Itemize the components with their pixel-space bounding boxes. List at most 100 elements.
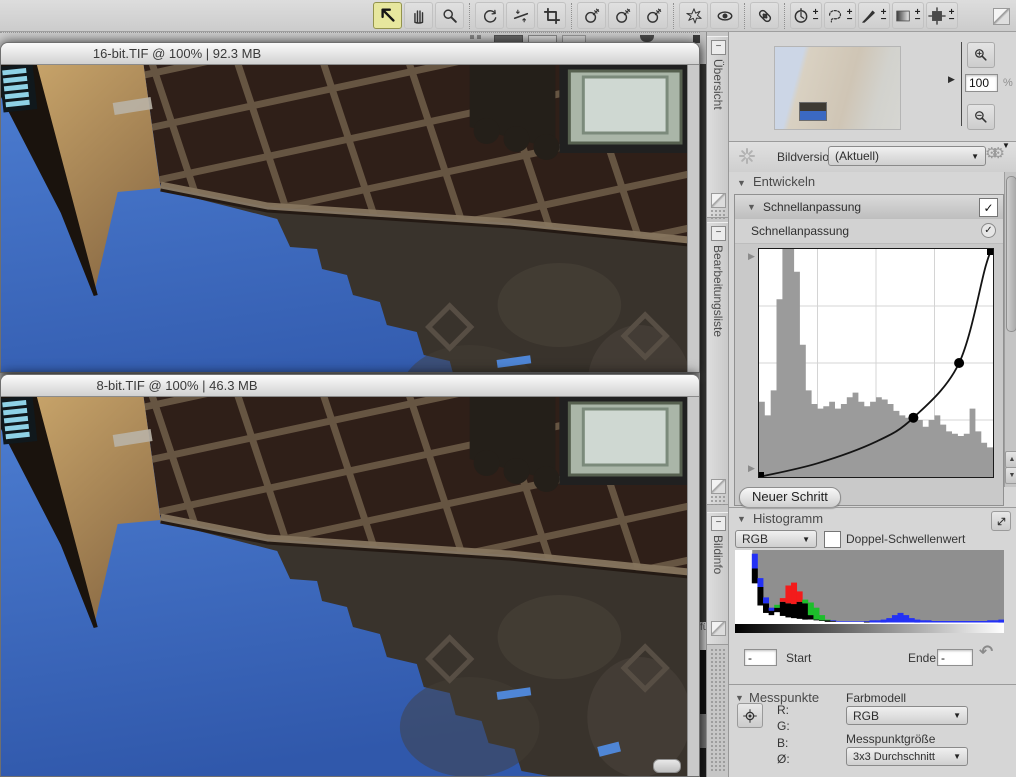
plus-minus-adjust[interactable]: +− xyxy=(845,9,854,23)
plus-minus-adjust[interactable]: +− xyxy=(913,9,922,23)
sidebar-tab-bearbeitungsliste[interactable]: − Bearbeitungsliste xyxy=(707,222,729,505)
crop-tool[interactable] xyxy=(537,2,566,29)
histogram-resize-button[interactable] xyxy=(991,511,1011,531)
select-tool[interactable] xyxy=(373,2,402,29)
checker-icon xyxy=(928,7,946,25)
lasso-icon xyxy=(826,7,844,25)
bandage-icon xyxy=(756,7,774,25)
histogram-channel-dropdown[interactable]: RGB ▼ xyxy=(735,530,817,548)
rotate-tool[interactable] xyxy=(475,2,504,29)
measure-row-avg: Ø: xyxy=(777,752,790,766)
panel-corner-icon[interactable] xyxy=(711,479,726,494)
drag-handle-long[interactable] xyxy=(710,648,726,773)
sample-point-button[interactable] xyxy=(737,703,763,728)
ende-input[interactable] xyxy=(937,649,973,666)
view-toggle-icon xyxy=(470,35,474,39)
region-tool[interactable]: +− xyxy=(824,2,856,29)
tool-collapse-icon[interactable]: ▼ xyxy=(747,202,756,212)
chevron-down-icon: ▼ xyxy=(953,711,961,720)
window-scrollstrip-16bit[interactable] xyxy=(687,65,699,372)
window-scrollstrip-8bit[interactable] xyxy=(687,397,699,776)
magnifier-icon xyxy=(441,7,459,25)
navigator-viewport-rect[interactable] xyxy=(799,102,827,121)
tab-label-uebersicht: Übersicht xyxy=(711,59,725,110)
drag-handle[interactable] xyxy=(710,495,726,505)
image-canvas-16bit[interactable] xyxy=(1,65,689,372)
horizontal-scroll-thumb[interactable] xyxy=(653,759,681,773)
section-collapse-icon[interactable]: ▼ xyxy=(737,178,746,188)
tool-title: Schnellanpassung xyxy=(763,200,861,214)
undo-icon[interactable]: ↶ xyxy=(979,642,993,662)
collapse-minus-icon[interactable]: − xyxy=(711,516,726,531)
scrollbar-thumb[interactable] xyxy=(1006,176,1016,332)
window-titlebar-16bit[interactable]: 16-bit.TIF @ 100% | 92.3 MB xyxy=(1,43,699,65)
window-titlebar-8bit[interactable]: 8-bit.TIF @ 100% | 46.3 MB xyxy=(1,375,699,397)
zone-marker-bottom-icon[interactable]: ▶ xyxy=(748,463,755,474)
zones-tool[interactable]: +− xyxy=(790,2,822,29)
brush-tool[interactable]: +− xyxy=(858,2,890,29)
heal-tool[interactable] xyxy=(750,2,779,29)
tone-curve-plot[interactable] xyxy=(759,249,993,477)
collapse-minus-icon[interactable]: − xyxy=(711,226,726,241)
gradient-tool[interactable]: +− xyxy=(892,2,924,29)
zone-marker-top-icon[interactable]: ▶ xyxy=(748,251,755,262)
plus-minus-adjust[interactable]: +− xyxy=(947,9,956,23)
zoom-percent-input[interactable] xyxy=(965,74,998,92)
messpunktgroesse-dropdown[interactable]: 3x3 Durchschnitt ▼ xyxy=(846,747,968,766)
right-panel: ▶ % Bildversion (Aktuell) ▼ ⚙⚙ ▼ ▼ Entwi… xyxy=(728,32,1016,777)
panel-tabstrip: − Übersicht − Bearbeitungsliste − Bildin… xyxy=(706,32,728,777)
sidebar-tab-bildinfo[interactable]: − Bildinfo xyxy=(707,512,729,645)
window-body-16bit xyxy=(1,65,699,372)
scroll-down-button[interactable]: ▼ xyxy=(1005,467,1016,484)
messpunkte-collapse-icon[interactable]: ▼ xyxy=(735,693,744,703)
farbmodell-dropdown[interactable]: RGB ▼ xyxy=(846,706,968,725)
panel-toggle-corner-icon[interactable] xyxy=(993,8,1010,25)
scroll-up-button[interactable]: ▲ xyxy=(1005,451,1016,468)
rotate-icon xyxy=(481,7,499,25)
plus-minus-adjust[interactable]: +− xyxy=(879,9,888,23)
navigator-thumbnail[interactable] xyxy=(774,46,901,130)
doppel-schwellenwert-checkbox[interactable] xyxy=(824,531,841,548)
tool-header-row[interactable]: ▼ Schnellanpassung ✓ xyxy=(735,195,1003,220)
eye-icon xyxy=(716,7,734,25)
star-tool[interactable] xyxy=(679,2,708,29)
image-canvas-8bit[interactable] xyxy=(1,397,689,776)
messpunktgroesse-value: 3x3 Durchschnitt xyxy=(853,751,935,763)
plus-minus-adjust[interactable]: +− xyxy=(811,9,820,23)
drag-handle[interactable] xyxy=(710,209,726,219)
section-title-entwickeln[interactable]: Entwickeln xyxy=(753,174,815,189)
zoom-tool[interactable] xyxy=(435,2,464,29)
spot-tool-3[interactable] xyxy=(639,2,668,29)
tool-locked-check-icon[interactable]: ✓ xyxy=(981,223,996,238)
gear-icon[interactable]: ⚙⚙ xyxy=(985,144,998,162)
gear-menu-triangle-icon[interactable]: ▼ xyxy=(1002,141,1010,150)
toolbar-separator xyxy=(744,3,745,29)
bildversion-dropdown[interactable]: (Aktuell) ▼ xyxy=(828,146,986,166)
collapse-minus-icon[interactable]: − xyxy=(711,40,726,55)
redeye-tool[interactable] xyxy=(710,2,739,29)
pattern-tool[interactable]: +− xyxy=(926,2,958,29)
sidebar-tab-uebersicht[interactable]: − Übersicht xyxy=(707,36,729,218)
toolbar-separator xyxy=(469,3,470,29)
straighten-tool[interactable] xyxy=(506,2,535,29)
panel-corner-icon[interactable] xyxy=(711,193,726,208)
neuer-schritt-button[interactable]: Neuer Schritt xyxy=(739,487,841,508)
histogram-collapse-icon[interactable]: ▼ xyxy=(737,514,746,524)
spot-tool-2[interactable] xyxy=(608,2,637,29)
farbmodell-label: Farbmodell xyxy=(846,691,906,705)
panel-scrollbar[interactable]: ▲ ▼ xyxy=(1004,172,1016,487)
tool-sub-row[interactable]: Schnellanpassung ✓ xyxy=(735,219,1003,244)
tab-label-bildinfo: Bildinfo xyxy=(711,535,725,574)
start-input[interactable] xyxy=(744,649,777,666)
section-title-histogramm[interactable]: Histogramm xyxy=(753,511,823,526)
tool-enabled-checkbox[interactable]: ✓ xyxy=(979,198,998,217)
schnellanpassung-toolblock: ▼ Schnellanpassung ✓ Schnellanpassung ✓ … xyxy=(734,194,1004,506)
zoom-in-button[interactable] xyxy=(967,42,995,68)
zoom-out-button[interactable] xyxy=(967,104,995,130)
spot-tool-1[interactable] xyxy=(577,2,606,29)
panel-corner-icon[interactable] xyxy=(711,621,726,636)
magnifier-plus-icon xyxy=(973,47,989,63)
pan-tool[interactable] xyxy=(404,2,433,29)
spot-icon xyxy=(614,7,632,25)
window-title-8bit: 8-bit.TIF @ 100% | 46.3 MB xyxy=(96,378,257,393)
